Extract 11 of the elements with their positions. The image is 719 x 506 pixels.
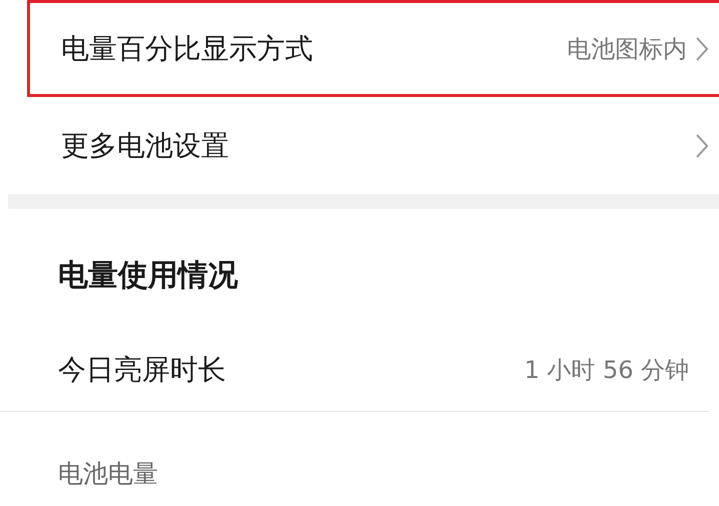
chevron-icon xyxy=(695,132,709,158)
row-label: 电量百分比显示方式 xyxy=(61,30,314,66)
chevron-icon xyxy=(695,36,709,62)
highlighted-settings-row[interactable]: 电量百分比显示方式 电池图标内 xyxy=(27,0,719,97)
subsection-label: 电池电量 xyxy=(58,459,158,488)
settings-row[interactable]: 更多电池设置 xyxy=(0,97,719,194)
row-value: 1 小时 56 分钟 xyxy=(524,355,689,386)
row-value: 电池图标内 xyxy=(567,34,687,64)
section-title: 电量使用情况 xyxy=(58,256,238,294)
row-label: 今日亮屏时长 xyxy=(58,352,227,388)
row-label: 更多电池设置 xyxy=(61,128,230,164)
